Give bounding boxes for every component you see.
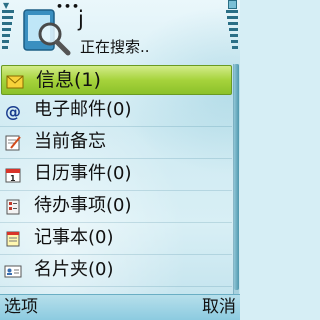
signal-dots: ••• xyxy=(56,0,81,13)
list-item-current-memo[interactable]: 当前备忘 xyxy=(0,127,232,159)
list-item-notepad[interactable]: 记事本(0) xyxy=(0,223,232,255)
screen: ▼ ••• j 正在搜索.. 信息(1) @ 电子邮件(0) 当前备忘 1 日历… xyxy=(0,0,240,320)
list-item-messages[interactable]: 信息(1) xyxy=(1,65,232,95)
search-status-text: 正在搜索.. xyxy=(80,38,150,56)
calendar-icon: 1 xyxy=(5,168,21,183)
list-item-label: 信息(1) xyxy=(36,69,101,91)
memo-icon xyxy=(5,135,21,151)
softkey-bar: 选项 取消 xyxy=(0,294,240,320)
list-item-contacts[interactable]: 名片夹(0) xyxy=(0,255,232,287)
battery-level-bars xyxy=(226,10,238,56)
scrollbar[interactable] xyxy=(233,64,239,294)
list-item-label: 待办事项(0) xyxy=(34,195,132,216)
antenna-icon: ▼ xyxy=(3,1,10,10)
search-app-icon xyxy=(23,9,71,56)
svg-text:@: @ xyxy=(5,102,21,120)
battery-icon xyxy=(228,0,237,9)
list-item-label: 日历事件(0) xyxy=(34,163,132,184)
list-item-calendar[interactable]: 1 日历事件(0) xyxy=(0,159,232,191)
page-title: j xyxy=(78,7,84,31)
notepad-icon xyxy=(6,231,20,247)
cancel-softkey[interactable]: 取消 xyxy=(202,296,236,318)
contact-card-icon xyxy=(4,265,22,278)
status-area: ▼ ••• j 正在搜索.. xyxy=(0,0,240,64)
list-item-label: 当前备忘 xyxy=(34,131,106,152)
todo-icon xyxy=(6,199,20,215)
folder-list: 信息(1) @ 电子邮件(0) 当前备忘 1 日历事件(0) 待办事项(0) 记… xyxy=(0,64,232,287)
list-item-email[interactable]: @ 电子邮件(0) xyxy=(0,95,232,127)
options-softkey[interactable]: 选项 xyxy=(4,296,38,318)
scrollbar-thumb[interactable] xyxy=(234,64,239,290)
at-sign-icon: @ xyxy=(5,102,21,120)
signal-strength-bars xyxy=(2,10,14,56)
list-item-label: 记事本(0) xyxy=(34,227,114,248)
list-item-todo[interactable]: 待办事项(0) xyxy=(0,191,232,223)
envelope-icon xyxy=(6,75,24,89)
list-item-label: 电子邮件(0) xyxy=(34,99,132,120)
list-item-label: 名片夹(0) xyxy=(34,259,114,280)
svg-text:1: 1 xyxy=(10,174,16,183)
